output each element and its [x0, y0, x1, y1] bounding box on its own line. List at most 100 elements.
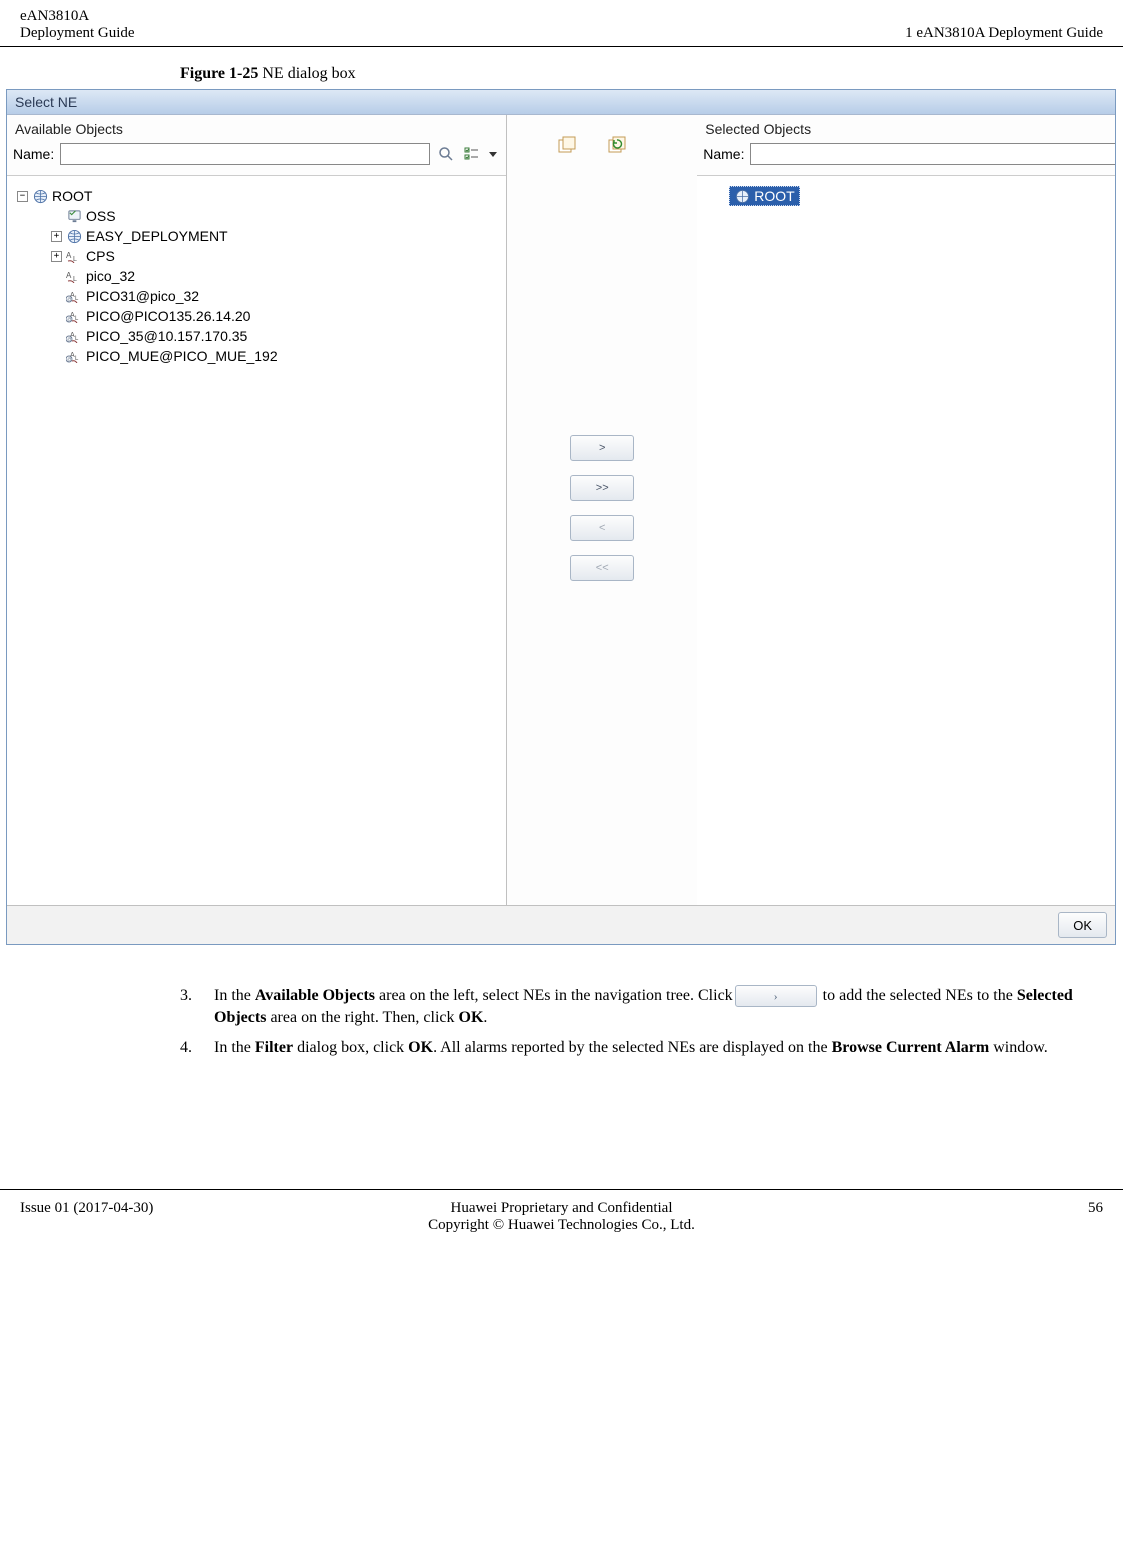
ok-button[interactable]: OK	[1058, 912, 1107, 938]
checklist-icon[interactable]	[462, 144, 482, 164]
footer-page-number: 56	[903, 1200, 1103, 1234]
step-3: 3. In the Available Objects area on the …	[180, 985, 1083, 1029]
tree-item-label: PICO_35@10.157.170.35	[86, 328, 247, 344]
header-doc-title: Deployment Guide	[20, 25, 135, 42]
globe-icon	[66, 228, 82, 244]
collapse-icon[interactable]: −	[17, 191, 28, 202]
footer-issue: Issue 01 (2017-04-30)	[20, 1200, 220, 1234]
instruction-list: 3. In the Available Objects area on the …	[180, 985, 1083, 1059]
tree-item-label: OSS	[86, 208, 116, 224]
tree-root-row[interactable]: − ROOT	[17, 186, 498, 206]
add-one-button[interactable]: >	[570, 435, 634, 461]
tree-item[interactable]: AL@PICO_MUE@PICO_MUE_192	[51, 346, 498, 366]
figure-label: Figure 1-25	[180, 65, 258, 82]
refresh-icon[interactable]	[607, 135, 627, 155]
expand-spacer	[51, 351, 62, 362]
expand-spacer	[51, 331, 62, 342]
monitor-icon	[66, 208, 82, 224]
selected-root-label: ROOT	[754, 188, 794, 204]
step-4-text3: . All alarms reported by the selected NE…	[433, 1039, 832, 1056]
page-footer: Issue 01 (2017-04-30) Huawei Proprietary…	[0, 1189, 1123, 1244]
step-3-bold-ok: OK	[459, 1009, 484, 1026]
expand-icon[interactable]: +	[51, 231, 62, 242]
remove-all-button[interactable]: <<	[570, 555, 634, 581]
page-header: eAN3810A Deployment Guide 1 eAN3810A Dep…	[0, 0, 1123, 47]
al-at-icon: AL@	[66, 308, 82, 324]
step-3-text2: area on the left, select NEs in the navi…	[375, 987, 733, 1004]
figure-caption: Figure 1-25 NE dialog box	[180, 65, 1123, 83]
tree-item-label: PICO@PICO135.26.14.20	[86, 308, 250, 324]
expand-spacer	[51, 291, 62, 302]
dialog-footer: OK	[7, 905, 1115, 944]
step-3-text: In the	[214, 987, 255, 1004]
step-3-number: 3.	[180, 985, 214, 1029]
tree-item[interactable]: AL@PICO31@pico_32	[51, 286, 498, 306]
tree-item-label: EASY_DEPLOYMENT	[86, 228, 228, 244]
step-3-text4: area on the right. Then, click	[266, 1009, 458, 1026]
transfer-pane: > >> < <<	[507, 115, 697, 905]
inline-add-button-icon	[735, 985, 817, 1007]
tree-root-label: ROOT	[52, 188, 92, 204]
expand-all-icon[interactable]	[557, 135, 577, 155]
figure-text: NE dialog box	[262, 65, 355, 82]
al-icon: AL	[66, 248, 82, 264]
selected-root-row[interactable]: ROOT	[729, 186, 799, 206]
step-4-bold-filter: Filter	[255, 1039, 293, 1056]
step-4-bold-ok: OK	[408, 1039, 433, 1056]
header-product: eAN3810A	[20, 8, 135, 25]
expand-icon[interactable]: +	[51, 251, 62, 262]
name-input-left[interactable]	[60, 143, 430, 165]
svg-text:@: @	[67, 317, 72, 323]
tree-item[interactable]: + ALCPS	[51, 246, 498, 266]
footer-copyright: Copyright © Huawei Technologies Co., Ltd…	[220, 1217, 903, 1234]
svg-text:A: A	[66, 271, 72, 280]
available-objects-pane: Available Objects Name: −	[7, 115, 507, 905]
svg-text:@: @	[67, 337, 72, 343]
tree-item[interactable]: + EASY_DEPLOYMENT	[51, 226, 498, 246]
name-label-right: Name:	[703, 146, 744, 162]
step-4: 4. In the Filter dialog box, click OK. A…	[180, 1037, 1083, 1059]
expand-spacer	[51, 311, 62, 322]
tree-item-label: CPS	[86, 248, 115, 264]
step-4-number: 4.	[180, 1037, 214, 1059]
tree-item-label: PICO_MUE@PICO_MUE_192	[86, 348, 278, 364]
step-4-bold-browse: Browse Current Alarm	[832, 1039, 990, 1056]
svg-text:A: A	[66, 251, 72, 260]
globe-icon	[32, 188, 48, 204]
dialog-title: Select NE	[7, 90, 1115, 115]
tree-item-label: PICO31@pico_32	[86, 288, 199, 304]
dropdown-arrow-icon[interactable]	[488, 144, 498, 164]
tree-item[interactable]: AL@PICO@PICO135.26.14.20	[51, 306, 498, 326]
name-input-right[interactable]	[750, 143, 1116, 165]
al-at-icon: AL@	[66, 288, 82, 304]
add-all-button[interactable]: >>	[570, 475, 634, 501]
tree-item[interactable]: AL@PICO_35@10.157.170.35	[51, 326, 498, 346]
expand-spacer	[51, 211, 62, 222]
footer-proprietary: Huawei Proprietary and Confidential	[220, 1200, 903, 1217]
selected-tree[interactable]: ROOT	[697, 175, 1116, 905]
expand-spacer	[51, 271, 62, 282]
remove-one-button[interactable]: <	[570, 515, 634, 541]
globe-icon	[734, 188, 750, 204]
step-3-bold-available: Available Objects	[255, 987, 375, 1004]
al-icon: AL	[66, 268, 82, 284]
available-tree[interactable]: − ROOT OSS+EASY_DEPLOYMENT+ALCPSALpico_3…	[7, 175, 506, 905]
tree-item-label: pico_32	[86, 268, 135, 284]
name-label-left: Name:	[13, 146, 54, 162]
svg-text:@: @	[67, 297, 72, 303]
step-3-text5: .	[483, 1009, 487, 1026]
available-objects-label: Available Objects	[7, 115, 506, 139]
step-4-text4: window.	[989, 1039, 1048, 1056]
selected-objects-pane: Selected Objects Name: ROOT	[697, 115, 1116, 905]
step-4-text: In the	[214, 1039, 255, 1056]
al-at-icon: AL@	[66, 348, 82, 364]
header-section-title: 1 eAN3810A Deployment Guide	[905, 8, 1103, 42]
select-ne-dialog: Select NE Available Objects Name:	[6, 89, 1116, 945]
step-3-text3: to add the selected NEs to the	[819, 987, 1017, 1004]
selected-objects-label: Selected Objects	[697, 115, 1116, 139]
svg-text:@: @	[67, 357, 72, 363]
tree-item[interactable]: ALpico_32	[51, 266, 498, 286]
step-4-text2: dialog box, click	[293, 1039, 408, 1056]
search-icon[interactable]	[436, 144, 456, 164]
tree-item[interactable]: OSS	[51, 206, 498, 226]
